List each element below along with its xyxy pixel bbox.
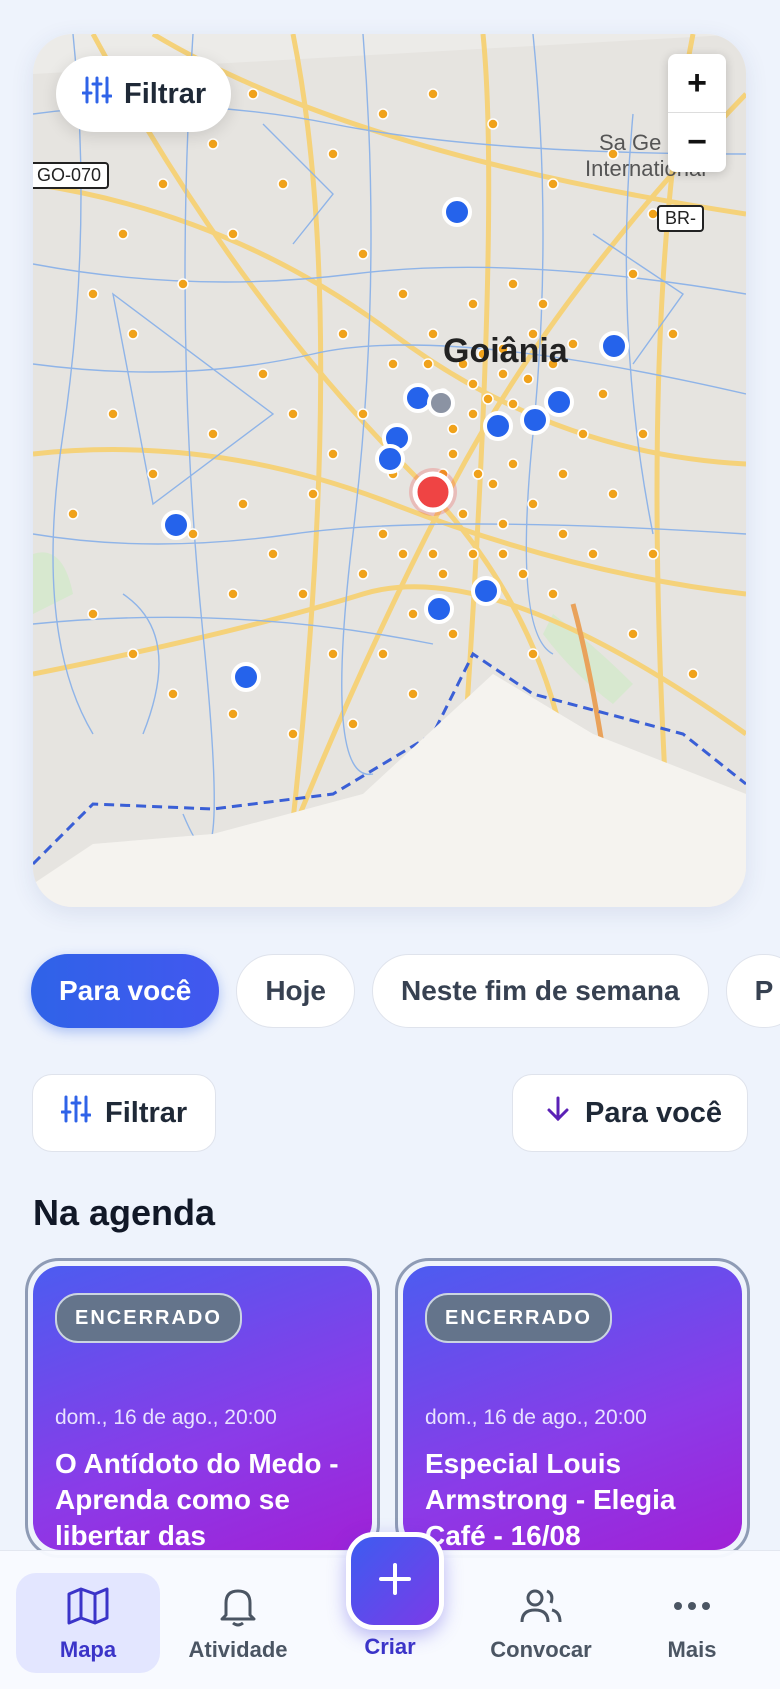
filter-label: Filtrar bbox=[105, 1096, 188, 1129]
more-icon bbox=[622, 1583, 762, 1629]
event-date: dom., 16 de ago., 20:00 bbox=[425, 1406, 647, 1429]
map-city-label: Goiânia bbox=[443, 332, 568, 370]
nav-label: Atividade bbox=[188, 1637, 288, 1662]
event-title: O Antídoto do Medo - Aprenda como se lib… bbox=[55, 1448, 339, 1550]
road-shield-go070: GO-070 bbox=[33, 162, 110, 189]
nav-item-mais[interactable]: Mais bbox=[622, 1583, 762, 1663]
status-badge: ENCERRADO bbox=[425, 1293, 612, 1343]
sliders-icon bbox=[60, 1094, 92, 1132]
create-label: Criar bbox=[364, 1634, 416, 1659]
event-card[interactable]: ENCERRADO dom., 16 de ago., 20:00 O Antí… bbox=[25, 1258, 380, 1558]
arrow-down-icon bbox=[545, 1095, 571, 1131]
road-shield-br: BR- bbox=[657, 205, 704, 232]
event-date: dom., 16 de ago., 20:00 bbox=[55, 1406, 277, 1429]
nav-label: Mais bbox=[667, 1637, 717, 1662]
sort-button[interactable]: Para você bbox=[512, 1074, 748, 1152]
map-icon bbox=[18, 1583, 158, 1629]
chip-para-voce[interactable]: Para você bbox=[31, 954, 220, 1028]
nav-label: Mapa bbox=[59, 1637, 117, 1662]
category-chips: Para você Hoje Neste fim de semana P bbox=[31, 954, 780, 1030]
map-airport-label: Sa Ge bbox=[599, 130, 662, 155]
sort-label: Para você bbox=[585, 1096, 723, 1129]
status-badge: ENCERRADO bbox=[55, 1293, 242, 1343]
zoom-control: + − bbox=[668, 54, 726, 172]
users-icon bbox=[471, 1583, 611, 1629]
map-filter-button[interactable]: Filtrar bbox=[56, 56, 231, 132]
zoom-in-button[interactable]: + bbox=[668, 54, 726, 112]
chip-hoje[interactable]: Hoje bbox=[236, 954, 356, 1028]
section-title: Na agenda bbox=[33, 1192, 216, 1233]
event-title: Especial Louis Armstrong - Elegia Café -… bbox=[425, 1448, 676, 1550]
bell-icon bbox=[168, 1583, 308, 1629]
plus-icon bbox=[377, 1561, 413, 1602]
event-card[interactable]: ENCERRADO dom., 16 de ago., 20:00 Especi… bbox=[395, 1258, 750, 1558]
nav-label: Convocar bbox=[490, 1637, 592, 1662]
map-view[interactable]: Goiânia Sa Ge International GO-070 BR- F… bbox=[33, 34, 746, 907]
nav-item-atividade[interactable]: Atividade bbox=[168, 1583, 308, 1663]
map-filter-label: Filtrar bbox=[124, 77, 207, 110]
nav-item-mapa[interactable]: Mapa bbox=[18, 1583, 158, 1663]
nav-item-convocar[interactable]: Convocar bbox=[471, 1583, 611, 1663]
filter-button[interactable]: Filtrar bbox=[32, 1074, 216, 1152]
create-button[interactable] bbox=[346, 1532, 444, 1630]
chip-fim-de-semana[interactable]: Neste fim de semana bbox=[372, 954, 709, 1028]
zoom-out-button[interactable]: − bbox=[668, 113, 726, 171]
sliders-icon bbox=[81, 75, 113, 113]
chip-more[interactable]: P bbox=[725, 954, 780, 1028]
